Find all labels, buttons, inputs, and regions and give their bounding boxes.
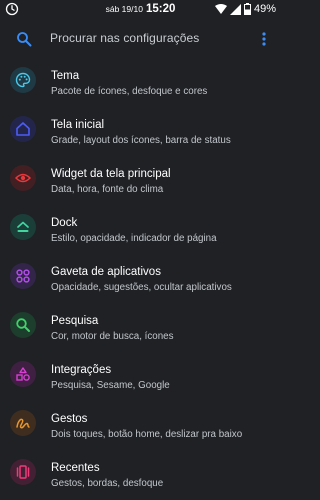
recents-icon [10, 459, 36, 485]
home-icon [10, 116, 36, 142]
item-subtitle: Pesquisa, Sesame, Google [51, 380, 170, 391]
item-title: Dock [51, 217, 78, 229]
item-title: Gestos [51, 413, 88, 425]
item-subtitle: Gestos, bordas, desfoque [51, 478, 164, 489]
item-subtitle: Cor, motor de busca, ícones [51, 331, 174, 342]
search-icon [10, 312, 36, 338]
item-subtitle: Grade, layout dos ícones, barra de statu… [51, 135, 231, 146]
settings-item-widget[interactable]: Widget da tela principal Data, hora, fon… [0, 155, 281, 204]
item-title: Tema [51, 70, 80, 82]
status-time: 15:20 [145, 3, 176, 15]
item-title: Gaveta de aplicativos [51, 266, 161, 278]
item-title: Widget da tela principal [51, 168, 171, 180]
item-subtitle: Opacidade, sugestões, ocultar aplicativo… [51, 282, 232, 293]
dock-icon [10, 214, 36, 240]
search-bar[interactable]: Procurar nas configurações [0, 22, 281, 56]
search-icon[interactable] [16, 31, 32, 47]
item-title: Recentes [51, 462, 100, 474]
settings-item-integracoes[interactable]: Integrações Pesquisa, Sesame, Google [0, 351, 281, 400]
status-date: sáb 19/10 [105, 4, 143, 14]
search-input[interactable]: Procurar nas configurações [50, 31, 199, 45]
gesture-icon [10, 410, 36, 436]
eye-icon [10, 165, 36, 191]
status-right: 49% [214, 2, 276, 16]
item-title: Pesquisa [51, 315, 99, 327]
more-options-icon[interactable] [261, 31, 267, 47]
cell-signal-icon [229, 3, 241, 15]
item-title: Integrações [51, 364, 112, 376]
palette-icon [10, 67, 36, 93]
integrations-icon [10, 361, 36, 387]
item-subtitle: Estilo, opacidade, indicador de página [51, 233, 217, 244]
status-bar: sáb 19/10 15:20 49% [0, 0, 281, 18]
settings-item-gaveta[interactable]: Gaveta de aplicativos Opacidade, sugestõ… [0, 253, 281, 302]
settings-item-gestos[interactable]: Gestos Dois toques, botão home, deslizar… [0, 400, 281, 449]
item-subtitle: Data, hora, fonte do clima [51, 184, 164, 195]
settings-item-tela-inicial[interactable]: Tela inicial Grade, layout dos ícones, b… [0, 106, 281, 155]
battery-percent: 49% [253, 3, 276, 15]
settings-item-dock[interactable]: Dock Estilo, opacidade, indicador de pág… [0, 204, 281, 253]
settings-item-pesquisa[interactable]: Pesquisa Cor, motor de busca, ícones [0, 302, 281, 351]
settings-list: Tema Pacote de ícones, desfoque e cores … [0, 57, 281, 498]
item-subtitle: Dois toques, botão home, deslizar pra ba… [51, 429, 243, 440]
item-subtitle: Pacote de ícones, desfoque e cores [51, 86, 208, 97]
wifi-icon [214, 4, 227, 14]
item-title: Tela inicial [51, 119, 105, 131]
settings-item-tema[interactable]: Tema Pacote de ícones, desfoque e cores [0, 57, 281, 106]
apps-icon [10, 263, 36, 289]
settings-item-recentes[interactable]: Recentes Gestos, bordas, desfoque [0, 449, 281, 498]
battery-icon [243, 3, 251, 15]
